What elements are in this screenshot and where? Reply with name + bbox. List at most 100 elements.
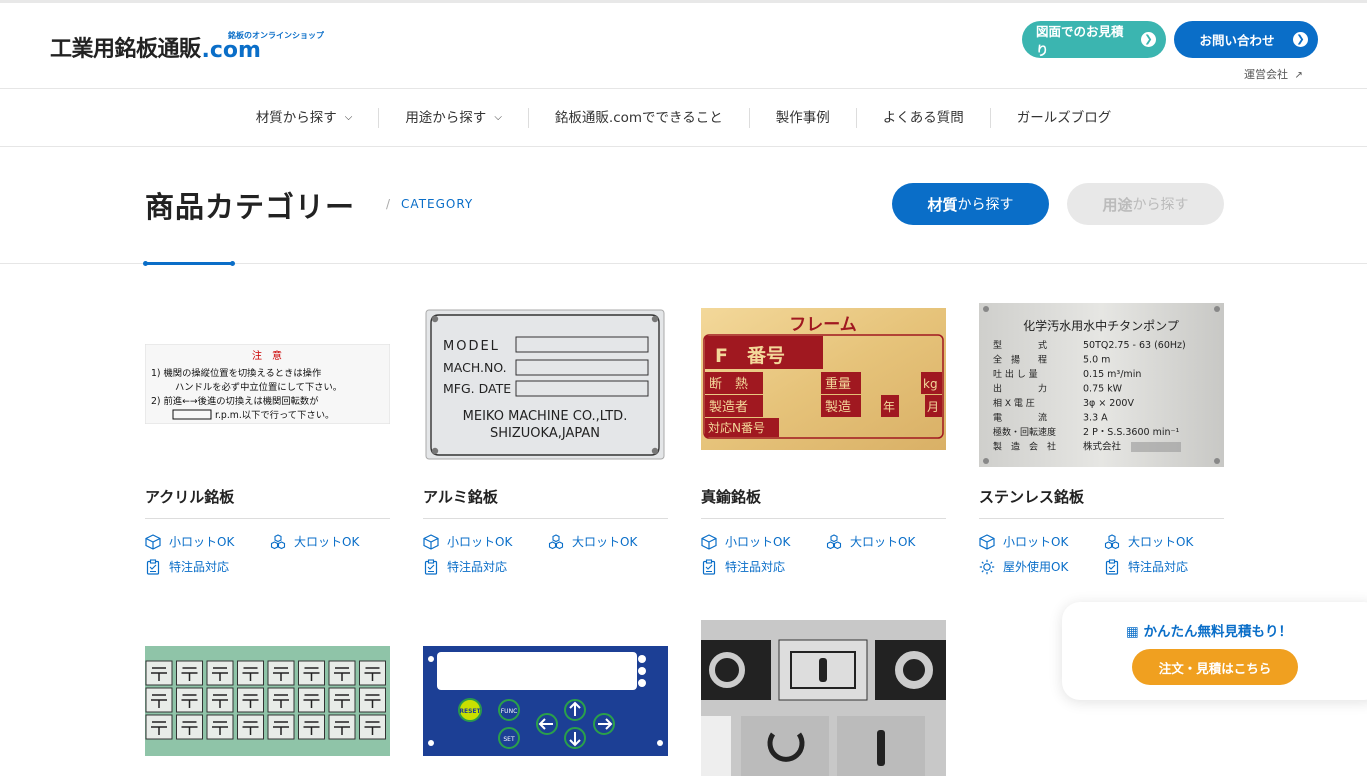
feature-label: 特注品対応 (447, 560, 508, 574)
control-panel-image: RESET FUNC SET (423, 646, 668, 756)
set-key-label: SET (503, 736, 515, 743)
feature-label: 小ロットOK (447, 535, 513, 549)
nav-item-blog[interactable]: ガールズブログ (989, 108, 1138, 128)
clipboard-check-icon (701, 558, 717, 575)
feature-custom: 特注品対応 (423, 558, 507, 575)
nav-item-material[interactable]: 材質から探す ⌵ (230, 108, 379, 128)
plate-text: MODEL (443, 339, 500, 354)
product-title: アルミ銘板 (423, 488, 498, 506)
feature-small-lot: 小ロットOK (423, 533, 512, 550)
nav-item-label: 銘板通販.comでできること (554, 110, 723, 126)
logo-com-text: .com (201, 38, 261, 63)
nav-item-use[interactable]: 用途から探す ⌵ (378, 108, 528, 128)
feature-large-lot: 大ロットOK (270, 533, 359, 550)
feature-label: 大ロットOK (294, 535, 360, 549)
plate-text: SHIZUOKA,JAPAN (490, 426, 600, 441)
plate-text: 注 意 (252, 349, 282, 362)
nav-item-faq[interactable]: よくある質問 (855, 108, 990, 128)
plate-spec-value: 3φ × 200V (1083, 398, 1134, 409)
plate-spec-label: 電 流 (993, 412, 1047, 424)
aluminum-plate-image: MODEL MACH.NO. MFG. DATE MEIKO MACHINE C… (425, 309, 665, 460)
box-icon (701, 533, 717, 550)
plate-spec-value: 3.3 A (1083, 413, 1108, 424)
feature-label: 小ロットOK (725, 535, 791, 549)
plate-spec-label: 製 造 会 社 (993, 441, 1056, 453)
nav-item-label: 材質から探す (255, 110, 337, 126)
arrow-right-icon: ❯ (1293, 32, 1308, 47)
feature-label: 屋外使用OK (1003, 560, 1069, 574)
plate-text: F 番号 (715, 345, 785, 367)
subtitle-text: CATEGORY (401, 197, 474, 211)
clipboard-check-icon (145, 558, 161, 575)
plate-text: 重量 (825, 376, 851, 392)
logo-main-text: 工業用銘板通販 (50, 37, 201, 62)
product-card-row2-2[interactable]: RESET FUNC SET (423, 646, 668, 756)
feature-custom: 特注品対応 (701, 558, 785, 575)
plate-text: 化学汚水用水中チタンポンプ (1023, 318, 1179, 333)
quick-estimate-panel: ▦ かんたん無料見積もり！ 注文・見積はこちら (1062, 602, 1367, 700)
plate-spec-label: 極数・回転速度 (993, 426, 1056, 438)
plate-text: 年 (883, 400, 895, 414)
symbol-plate-image (701, 620, 946, 776)
drawing-estimate-button[interactable]: 図面でのお見積り ❯ (1022, 21, 1166, 58)
plate-text: ハンドルを必ず中立位置にして下さい。 (175, 381, 342, 393)
quick-estimate-title: ▦ かんたん無料見積もり！ (1126, 620, 1292, 640)
feature-small-lot: 小ロットOK (979, 533, 1068, 550)
chevron-down-icon: ⌵ (344, 112, 353, 123)
plate-spec-label: 相 X 電 圧 (993, 397, 1035, 409)
product-card-acrylic[interactable]: 注 意 1) 機関の操縦位置を切換えるときは操作 ハンドルを必ず中立位置にして下… (145, 303, 390, 583)
plate-text: 製造 (825, 400, 851, 415)
plate-text: kg (923, 377, 938, 391)
order-estimate-button[interactable]: 注文・見積はこちら (1132, 649, 1298, 685)
feature-custom: 特注品対応 (1104, 558, 1188, 575)
nav-item-label: 用途から探す (405, 110, 487, 126)
brass-plate-image: フレーム F 番号 断 熱 重量 kg 製造者 製造 年 月 対応N番号 (701, 308, 946, 450)
product-card-aluminum[interactable]: MODEL MACH.NO. MFG. DATE MEIKO MACHINE C… (423, 303, 668, 583)
feature-label: 特注品対応 (1128, 560, 1189, 574)
product-card-stainless[interactable]: 化学汚水用水中チタンポンプ 型 式 50TQ2.75 - 63 (60Hz) 全 揚… (979, 303, 1224, 583)
plate-spec-value: 50TQ2.75 - 63 (60Hz) (1083, 340, 1186, 351)
box-icon (145, 533, 161, 550)
plate-spec-value: 0.75 kW (1083, 384, 1123, 395)
feature-label: 大ロットOK (572, 535, 638, 549)
btn-strong: 用途 (1102, 195, 1133, 214)
acrylic-plate-image: 注 意 1) 機関の操縦位置を切換えるときは操作 ハンドルを必ず中立位置にして下… (145, 344, 390, 424)
product-card-brass[interactable]: フレーム F 番号 断 熱 重量 kg 製造者 製造 年 月 対応N番号 真鍮銘… (701, 303, 946, 583)
search-by-use-button[interactable]: 用途 から探す (1067, 183, 1224, 225)
plate-text: フレーム (789, 315, 857, 335)
contact-button[interactable]: お問い合わせ ❯ (1174, 21, 1318, 58)
feature-label: 大ロットOK (850, 535, 916, 549)
clipboard-check-icon (423, 558, 439, 575)
plate-spec-label: 型 式 (993, 339, 1047, 351)
site-logo[interactable]: 工業用銘板通販 .com 銘板のオンラインショップ (50, 31, 324, 63)
divider (423, 518, 668, 519)
plate-spec-label: 出 力 (993, 383, 1047, 395)
feature-label: 大ロットOK (1128, 535, 1194, 549)
feature-custom: 特注品対応 (145, 558, 229, 575)
nav-item-cases[interactable]: 製作事例 (748, 108, 856, 128)
clipboard-check-icon (1104, 558, 1120, 575)
nav-item-features[interactable]: 銘板通販.comでできること (527, 108, 749, 128)
btn-rest: から探す (957, 197, 1014, 213)
btn-rest: から探す (1132, 197, 1189, 213)
arrow-right-icon: ❯ (1141, 32, 1156, 47)
plate-text: 断 熱 (709, 377, 748, 392)
search-by-material-button[interactable]: 材質 から探す (892, 183, 1049, 225)
company-link[interactable]: 運営会社 ↗ (1244, 66, 1303, 82)
func-key-label: FUNC (501, 708, 518, 715)
plate-text: 1) 機関の操縦位置を切換えるときは操作 (151, 367, 321, 379)
boxes-icon (548, 533, 564, 550)
divider (979, 518, 1224, 519)
product-card-row2-1[interactable] (145, 646, 390, 756)
grid-plate-image (145, 646, 390, 756)
product-title: アクリル銘板 (145, 488, 235, 506)
contact-label: お問い合わせ (1199, 33, 1275, 48)
feature-large-lot: 大ロットOK (548, 533, 637, 550)
product-card-row2-3[interactable] (701, 620, 946, 776)
feature-label: 小ロットOK (169, 535, 235, 549)
title-underline (143, 261, 235, 266)
nav-item-label: 製作事例 (775, 110, 830, 126)
main-nav: 材質から探す ⌵ 用途から探す ⌵ 銘板通販.comでできること 製作事例 よく… (0, 90, 1367, 147)
sun-icon (979, 559, 995, 575)
feature-large-lot: 大ロットOK (1104, 533, 1193, 550)
